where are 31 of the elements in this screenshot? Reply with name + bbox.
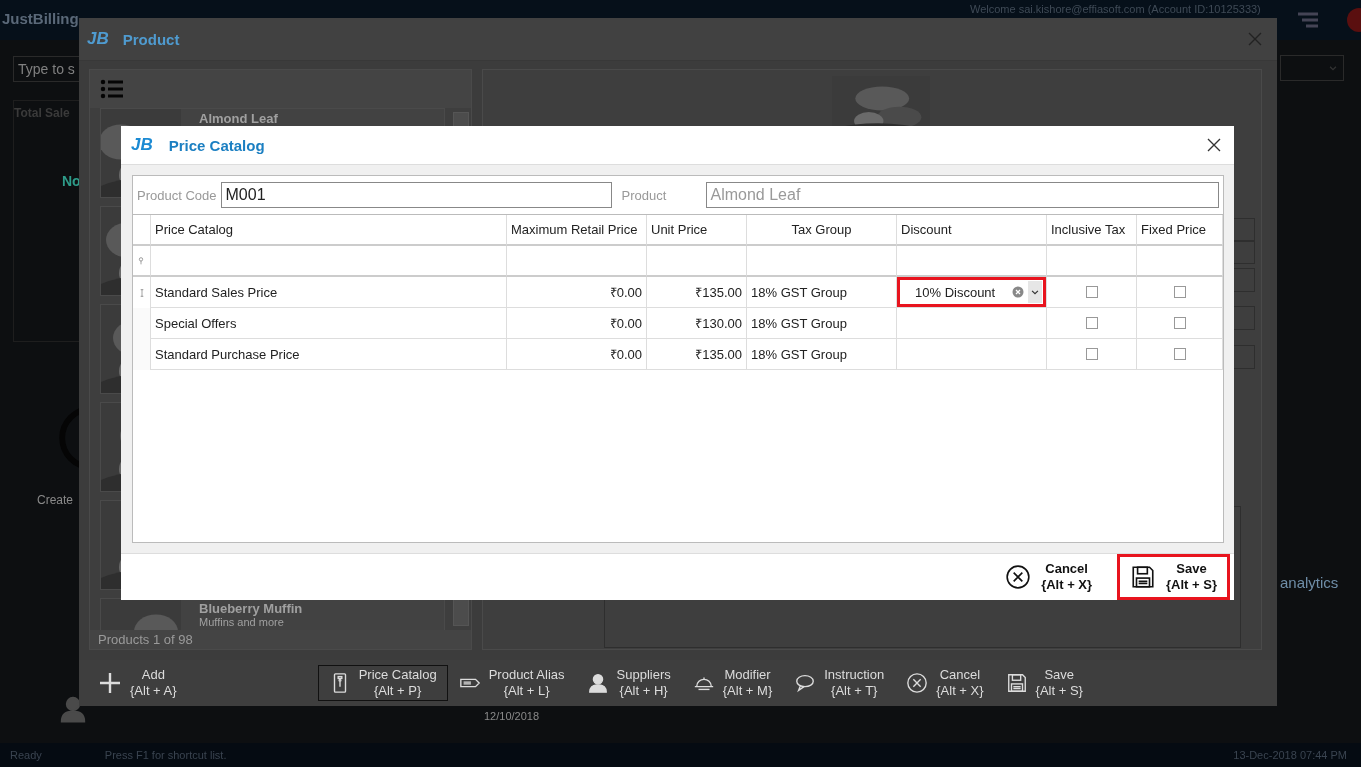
table-cell: Standard Sales Price bbox=[151, 277, 507, 308]
sales-value: No bbox=[62, 173, 81, 189]
table-cell: Standard Purchase Price bbox=[151, 339, 507, 370]
table-cell: ₹135.00 bbox=[647, 277, 747, 308]
app-title: JustBilling bbox=[2, 10, 79, 27]
table-cell: ₹0.00 bbox=[507, 339, 647, 370]
window-title: Product bbox=[122, 30, 180, 48]
product-name: Blueberry Muffin bbox=[199, 602, 303, 615]
table-cell: ₹130.00 bbox=[647, 308, 747, 339]
product-description: Muffins and more bbox=[199, 616, 285, 628]
table-cell: 18% GST Group bbox=[747, 277, 897, 308]
date-text: 12/10/2018 bbox=[484, 710, 540, 722]
table-cell: ₹0.00 bbox=[507, 277, 647, 308]
welcome-text: Welcome sai.kishore@effiasoft.com (Account ID:10125333) bbox=[970, 3, 1261, 15]
dialog-title: Price Catalog bbox=[168, 136, 265, 154]
app-logo: JB bbox=[87, 29, 109, 49]
status-text: Ready bbox=[10, 749, 42, 761]
shortcut-hint: Press F1 for shortcut list. bbox=[104, 749, 227, 761]
app-logo: JB bbox=[131, 135, 153, 155]
create-label: Create bbox=[37, 493, 74, 507]
table-cell: Special Offers bbox=[151, 308, 507, 339]
product-name: Almond Leaf bbox=[199, 112, 278, 125]
product-count: Products 1 of 98 bbox=[90, 630, 471, 649]
analytics-label: analytics bbox=[1280, 574, 1339, 591]
table-cell: 18% GST Group bbox=[747, 339, 897, 370]
field-label: Product bbox=[621, 187, 668, 203]
table-cell: ₹135.00 bbox=[647, 339, 747, 370]
field-label: Product Code bbox=[137, 187, 217, 203]
table-cell: 18% GST Group bbox=[747, 308, 897, 339]
date-time: 13-Dec-2018 07:44 PM bbox=[1233, 749, 1347, 761]
table-cell: ₹0.00 bbox=[507, 308, 647, 339]
